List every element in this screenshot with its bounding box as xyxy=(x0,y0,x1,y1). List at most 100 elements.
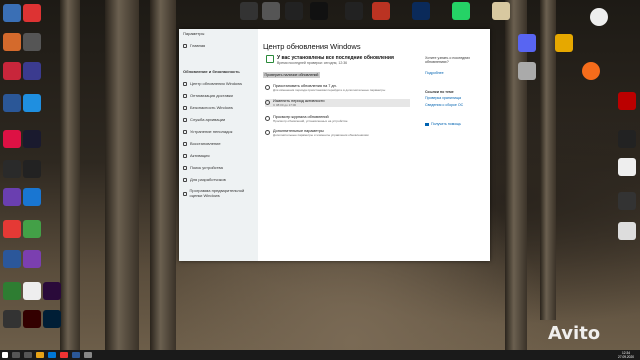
desktop-icon[interactable] xyxy=(3,282,21,300)
refresh-icon xyxy=(183,81,187,86)
desktop-icon[interactable] xyxy=(43,310,61,328)
desktop-icon[interactable] xyxy=(3,4,21,22)
desktop-icon[interactable] xyxy=(582,62,600,80)
desktop-icon[interactable] xyxy=(262,2,280,20)
background-trunk xyxy=(105,0,139,350)
related-heading: Ссылки по теме xyxy=(425,90,454,94)
person-icon xyxy=(183,165,187,170)
background-trunk xyxy=(60,0,80,350)
sidebar-item-home[interactable]: Главная xyxy=(183,43,205,48)
taskbar: 12:34 27.09.2020 xyxy=(0,350,640,360)
settings-window: Параметры Главная Обновление и безопасно… xyxy=(179,29,490,261)
page-title: Центр обновления Windows xyxy=(263,42,361,51)
desktop-icon[interactable] xyxy=(3,220,21,238)
update-ok-icon xyxy=(266,55,274,63)
search-icon[interactable] xyxy=(12,352,20,358)
background-trunk xyxy=(505,0,527,350)
option-pause-updates[interactable]: Приостановить обновления на 7 дн. Для изм… xyxy=(265,84,410,92)
gear-icon xyxy=(265,130,270,135)
sidebar-item-troubleshoot[interactable]: Устранение неполадок xyxy=(183,129,232,134)
sidebar-item-delivery-optimization[interactable]: Оптимизация доставки xyxy=(183,93,233,98)
desktop-icon[interactable] xyxy=(310,2,328,20)
background-trunk xyxy=(540,0,556,320)
desktop-icon[interactable] xyxy=(23,250,41,268)
delivery-icon xyxy=(183,93,187,98)
wrench-icon xyxy=(183,129,187,134)
edge-icon[interactable] xyxy=(48,352,56,358)
settings-icon[interactable] xyxy=(84,352,92,358)
section-heading: Обновление и безопасность xyxy=(183,69,240,74)
desktop-icon[interactable] xyxy=(3,310,21,328)
desktop-icon[interactable] xyxy=(23,4,41,22)
sidebar-item-activation[interactable]: Активация xyxy=(183,153,210,158)
check-updates-button[interactable]: Проверить наличие обновлений xyxy=(263,72,320,78)
check-circle-icon xyxy=(183,153,187,158)
desktop-icon[interactable] xyxy=(23,130,41,148)
help-icon xyxy=(425,123,429,126)
desktop-icon[interactable] xyxy=(618,130,636,148)
desktop-icon[interactable] xyxy=(3,130,21,148)
desktop-icon[interactable] xyxy=(555,34,573,52)
desktop-icon[interactable] xyxy=(618,158,636,176)
desktop-icon[interactable] xyxy=(492,2,510,20)
option-advanced[interactable]: Дополнительные параметры Дополнительные п… xyxy=(265,129,410,137)
get-help-link[interactable]: Получить помощь xyxy=(431,122,493,126)
backup-icon xyxy=(183,117,187,122)
desktop-icon[interactable] xyxy=(23,160,41,178)
desktop-icon[interactable] xyxy=(3,250,21,268)
desktop-icon[interactable] xyxy=(3,33,21,51)
desktop-icon[interactable] xyxy=(23,188,41,206)
app-icon[interactable] xyxy=(72,352,80,358)
sidebar-item-windows-security[interactable]: Безопасность Windows xyxy=(183,105,233,110)
tools-icon xyxy=(183,177,187,182)
start-icon[interactable] xyxy=(2,352,8,358)
background-trunk xyxy=(150,0,176,350)
desktop-icon[interactable] xyxy=(345,2,363,20)
insider-icon xyxy=(183,191,187,196)
desktop-icon[interactable] xyxy=(3,188,21,206)
desktop-icon[interactable] xyxy=(23,62,41,80)
update-status: У вас установлены все последние обновлен… xyxy=(266,55,394,65)
desktop-icon[interactable] xyxy=(23,33,41,51)
desktop-icon[interactable] xyxy=(518,62,536,80)
status-subtext: Время последней проверки: сегодня, 12:36 xyxy=(277,61,348,65)
option-active-hours[interactable]: Изменить период активности С 08:00 до 17:… xyxy=(265,99,410,107)
desktop-icon[interactable] xyxy=(23,94,41,112)
sidebar-item-windows-update[interactable]: Центр обновления Windows xyxy=(183,81,242,86)
opera-icon[interactable] xyxy=(60,352,68,358)
desktop-icon[interactable] xyxy=(618,192,636,210)
more-link[interactable]: Подробнее xyxy=(425,71,487,75)
task-view-icon[interactable] xyxy=(24,352,32,358)
desktop-icon[interactable] xyxy=(23,282,41,300)
storage-link[interactable]: Проверка хранилища xyxy=(425,96,487,100)
desktop-icon[interactable] xyxy=(23,310,41,328)
info-text: Хотите узнать о последних обновлениях? xyxy=(425,56,471,64)
desktop-icon[interactable] xyxy=(3,62,21,80)
explorer-icon[interactable] xyxy=(36,352,44,358)
pause-icon xyxy=(265,85,270,90)
desktop-icon[interactable] xyxy=(452,2,470,20)
sidebar-item-insider[interactable]: Программа предварительной оценки Windows xyxy=(183,188,255,198)
desktop-icon[interactable] xyxy=(285,2,303,20)
desktop-icon[interactable] xyxy=(240,2,258,20)
window-title: Параметры xyxy=(183,31,205,36)
desktop-icon[interactable] xyxy=(43,282,61,300)
desktop-icon[interactable] xyxy=(412,2,430,20)
desktop-icon[interactable] xyxy=(518,34,536,52)
os-build-link[interactable]: Сведения о сборке ОС xyxy=(425,103,487,107)
desktop-icon[interactable] xyxy=(590,8,608,26)
desktop-icon[interactable] xyxy=(372,2,390,20)
desktop-icon[interactable] xyxy=(618,222,636,240)
desktop-icon[interactable] xyxy=(3,94,21,112)
watermark: Avito xyxy=(548,323,601,344)
sidebar-item-find-device[interactable]: Поиск устройства xyxy=(183,165,223,170)
settings-sidebar: Параметры Главная Обновление и безопасно… xyxy=(179,29,258,261)
sidebar-item-backup[interactable]: Служба архивации xyxy=(183,117,225,122)
option-update-history[interactable]: Просмотр журнала обновлений Просмотр обно… xyxy=(265,115,410,123)
desktop-icon[interactable] xyxy=(23,220,41,238)
desktop-icon[interactable] xyxy=(618,92,636,110)
sidebar-item-developers[interactable]: Для разработчиков xyxy=(183,177,226,182)
sidebar-item-recovery[interactable]: Восстановление xyxy=(183,141,221,146)
desktop-icon[interactable] xyxy=(3,160,21,178)
taskbar-clock[interactable]: 12:34 27.09.2020 xyxy=(618,351,634,359)
